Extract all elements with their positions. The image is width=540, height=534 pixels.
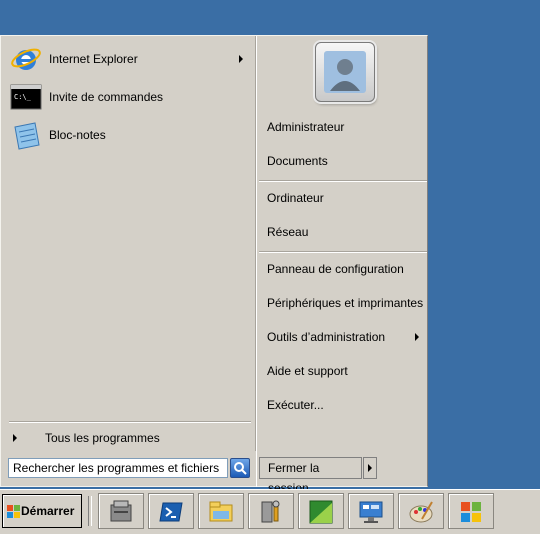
- remote-desktop-button[interactable]: [348, 493, 394, 529]
- internet-explorer-icon: [9, 43, 43, 75]
- program-command-prompt[interactable]: C:\_ Invite de commandes: [9, 80, 249, 114]
- program-label: Internet Explorer: [49, 52, 138, 66]
- start-menu: Internet Explorer C:\_ Invite de command…: [0, 35, 429, 495]
- programs-panel: Internet Explorer C:\_ Invite de command…: [1, 36, 256, 451]
- admin-tools-icon: [261, 500, 280, 523]
- windows-logo-icon: [7, 505, 20, 518]
- user-icon: [324, 51, 366, 93]
- remote-desktop-icon: [359, 501, 383, 523]
- program-internet-explorer[interactable]: Internet Explorer: [9, 42, 249, 76]
- user-avatar[interactable]: [315, 42, 375, 102]
- arrow-right-icon: [368, 464, 372, 472]
- separator: [259, 180, 427, 182]
- admin-tools-link[interactable]: Outils d’administration: [267, 327, 427, 347]
- shutdown-options-button[interactable]: [363, 457, 377, 479]
- taskbar-separator: [88, 496, 92, 526]
- separator: [259, 251, 427, 253]
- program-notepad[interactable]: Bloc-notes: [9, 118, 249, 152]
- paint-button[interactable]: [398, 493, 444, 529]
- start-label: Démarrer: [21, 504, 75, 518]
- task-icon: [309, 500, 333, 524]
- search-input[interactable]: Rechercher les programmes et fichiers: [8, 458, 228, 478]
- submenu-arrow-icon: [239, 55, 243, 63]
- explorer-button[interactable]: [198, 493, 244, 529]
- server-manager-button[interactable]: [98, 493, 144, 529]
- devices-printers-link[interactable]: Périphériques et imprimantes: [267, 293, 427, 313]
- all-programs-item[interactable]: Tous les programmes: [9, 429, 249, 447]
- network-link[interactable]: Réseau: [267, 222, 427, 242]
- program-label: Bloc-notes: [49, 128, 106, 142]
- server-manager-icon: [110, 500, 132, 522]
- submenu-arrow-icon: [415, 333, 419, 341]
- svg-text:C:\_: C:\_: [14, 93, 32, 101]
- control-panel-link[interactable]: Panneau de configuration: [267, 259, 427, 279]
- help-support-link[interactable]: Aide et support: [267, 361, 427, 381]
- admin-tools-button[interactable]: [248, 493, 294, 529]
- search-button[interactable]: [230, 458, 250, 478]
- powershell-button[interactable]: [148, 493, 194, 529]
- magnifier-icon: [234, 462, 247, 475]
- computer-link[interactable]: Ordinateur: [267, 188, 427, 208]
- explorer-icon: [209, 501, 233, 522]
- taskbar: Démarrer: [0, 489, 540, 534]
- documents-link[interactable]: Documents: [267, 151, 427, 171]
- program-label: Invite de commandes: [49, 90, 164, 104]
- run-link[interactable]: Exécuter...: [267, 395, 427, 415]
- powershell-icon: [159, 502, 183, 522]
- separator: [9, 421, 251, 423]
- all-programs-label: Tous les programmes: [45, 431, 160, 445]
- windows-icon: [461, 502, 481, 522]
- notepad-icon: [9, 119, 43, 151]
- places-panel: Administrateur Documents Ordinateur Rése…: [256, 36, 429, 495]
- start-button[interactable]: Démarrer: [2, 494, 82, 528]
- task-button[interactable]: [298, 493, 344, 529]
- user-name-link[interactable]: Administrateur: [267, 117, 427, 137]
- windows-button[interactable]: [448, 493, 494, 529]
- command-prompt-icon: C:\_: [9, 81, 43, 113]
- paint-icon: [409, 501, 433, 523]
- submenu-arrow-icon: [13, 434, 17, 442]
- shutdown-button[interactable]: Fermer la session: [259, 457, 362, 495]
